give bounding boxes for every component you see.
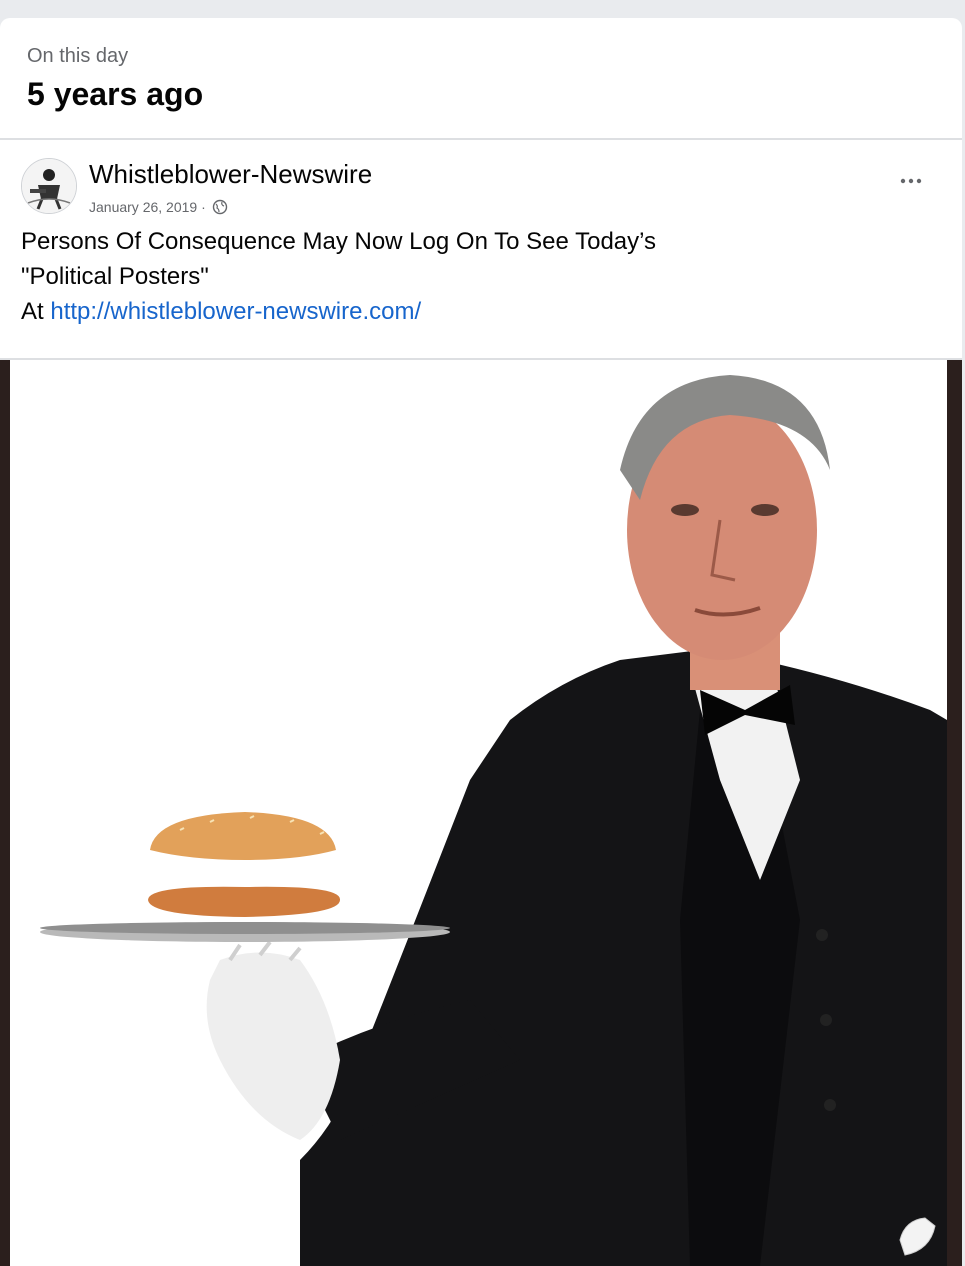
- avatar-image: [22, 159, 76, 213]
- more-options-icon[interactable]: [896, 166, 926, 196]
- post-text: Persons Of Consequence May Now Log On To…: [0, 220, 962, 340]
- post-text-line: "Political Posters": [21, 263, 209, 290]
- link-prefix: At: [21, 298, 51, 325]
- memory-header: On this day 5 years ago: [0, 18, 962, 140]
- post-date[interactable]: January 26, 2019 ·: [89, 198, 206, 216]
- globe-icon: [212, 199, 228, 215]
- post-meta: January 26, 2019 ·: [89, 198, 228, 216]
- memory-card: On this day 5 years ago Whistleblower-Ne…: [0, 18, 962, 1266]
- post-header: Whistleblower-Newswire January 26, 2019 …: [0, 140, 962, 220]
- on-this-day-label: On this day: [27, 45, 129, 67]
- post-text-line-link: At http://whistleblower-newswire.com/: [21, 294, 942, 329]
- post-link[interactable]: http://whistleblower-newswire.com/: [50, 298, 421, 325]
- post-photo[interactable]: [0, 358, 962, 1266]
- years-ago-heading: 5 years ago: [27, 76, 204, 112]
- photo-image: [0, 360, 962, 1266]
- post-text-line: Persons Of Consequence May Now Log On To…: [21, 228, 657, 255]
- author-avatar[interactable]: [21, 158, 77, 214]
- author-name[interactable]: Whistleblower-Newswire: [89, 158, 372, 190]
